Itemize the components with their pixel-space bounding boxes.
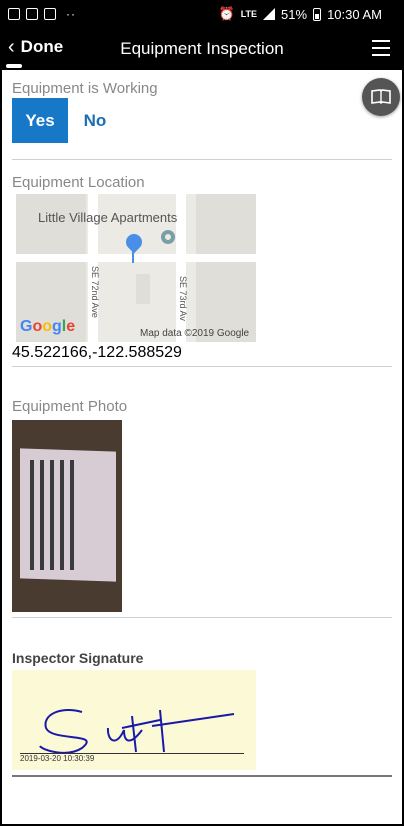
location-map[interactable]: Little Village Apartments SE 72nd Ave SE… — [16, 194, 256, 342]
working-label: Equipment is Working — [12, 80, 158, 97]
battery-percent: 51% — [281, 6, 308, 22]
divider — [12, 775, 392, 777]
page-title: Equipment Inspection — [120, 39, 284, 58]
yes-button[interactable]: Yes — [12, 98, 68, 143]
divider — [12, 617, 392, 618]
map-place-label: Little Village Apartments — [38, 210, 178, 225]
no-button[interactable]: No — [72, 98, 118, 143]
map-block — [136, 274, 150, 304]
gallery-icon — [8, 8, 20, 20]
more-notifications-icon: ·· — [66, 7, 76, 21]
divider — [12, 366, 392, 367]
guide-button[interactable] — [362, 78, 400, 116]
street-label: SE 72nd Ave — [90, 266, 100, 318]
menu-icon-bar — [372, 54, 390, 56]
menu-icon-bar — [372, 47, 390, 49]
menu-icon-bar — [372, 40, 390, 42]
photo-detail — [70, 460, 74, 570]
system-icons: ⏰ LTE 51% 10:30 AM — [219, 6, 383, 22]
network-type: LTE — [240, 9, 258, 19]
notification-icons: ·· — [8, 7, 76, 21]
menu-button[interactable] — [372, 40, 390, 56]
signal-icon — [263, 8, 276, 20]
alarm-icon: ⏰ — [218, 6, 235, 21]
photo-detail — [40, 460, 44, 570]
clock: 10:30 AM — [327, 6, 382, 22]
app-header: ‹ Done Equipment Inspection — [0, 28, 404, 70]
street-label: SE 73rd Av — [178, 276, 188, 321]
map-block — [196, 194, 256, 342]
coordinates: 45.522166,-122.588529 — [12, 344, 182, 361]
location-pin-icon — [122, 230, 146, 254]
battery-icon — [313, 7, 322, 21]
photo-detail — [50, 460, 54, 570]
google-logo: Google — [20, 318, 76, 335]
divider — [12, 159, 392, 160]
status-bar: ·· ⏰ LTE 51% 10:30 AM — [0, 0, 404, 28]
location-pin-tail — [132, 249, 134, 263]
photo-label: Equipment Photo — [12, 398, 128, 415]
poi-icon — [161, 230, 175, 244]
photo-detail — [60, 460, 64, 570]
done-underline — [6, 64, 22, 68]
map-attribution: Map data ©2019 Google — [140, 328, 250, 339]
signature-label: Inspector Signature — [12, 650, 144, 666]
mail-icon — [44, 8, 56, 20]
photo-detail — [30, 460, 34, 570]
photo-subject — [20, 448, 116, 582]
form-content: Equipment is Working Yes No Equipment Lo… — [2, 70, 402, 824]
outlook-icon — [26, 8, 38, 20]
location-label: Equipment Location — [12, 174, 145, 191]
signature-timestamp: 2019-03-20 10:30:39 — [20, 754, 95, 763]
signature-pad[interactable]: 2019-03-20 10:30:39 — [12, 670, 256, 770]
equipment-photo[interactable] — [12, 420, 122, 612]
map-road — [16, 254, 256, 262]
book-icon — [371, 89, 391, 105]
